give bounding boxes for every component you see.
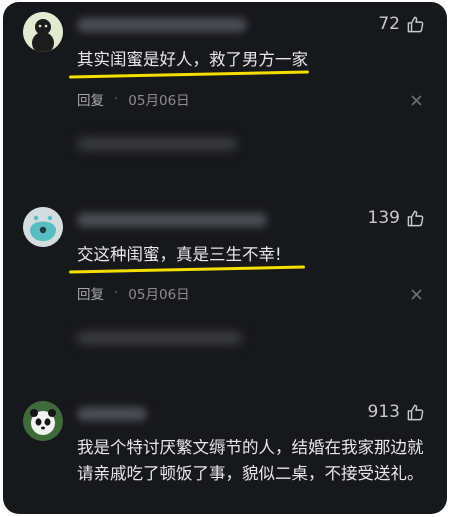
like-count: 913 (367, 402, 400, 422)
comment-text: 其实闺蜜是好人，救了男方一家 (77, 50, 308, 69)
comment-meta: 回复 · 05月06日 (77, 89, 190, 109)
reply-button[interactable]: 回复 (77, 89, 104, 109)
close-icon[interactable] (410, 288, 423, 301)
username-blurred (77, 18, 247, 32)
comment-date: 05月06日 (128, 93, 190, 109)
reply-preview-blurred (77, 332, 242, 344)
comment-meta: 回复 · 05月06日 (77, 283, 190, 303)
comment-text: 交这种闺蜜，真是三生不幸! (77, 245, 282, 264)
avatar[interactable] (23, 207, 63, 247)
username-blurred (77, 213, 267, 227)
like-count: 72 (378, 14, 400, 34)
thumbs-up-icon (406, 15, 425, 34)
close-icon[interactable] (410, 94, 423, 107)
like-button[interactable]: 139 (368, 208, 425, 228)
reply-preview-blurred (77, 138, 237, 150)
like-button[interactable]: 913 (368, 402, 425, 422)
separator-dot: · (114, 285, 119, 301)
username-blurred (77, 407, 147, 421)
avatar[interactable] (23, 401, 63, 441)
reply-button[interactable]: 回复 (77, 283, 104, 303)
thumbs-up-icon (406, 209, 425, 228)
avatar[interactable] (23, 12, 63, 52)
like-button[interactable]: 72 (378, 14, 425, 34)
comment-date: 05月06日 (128, 287, 190, 303)
separator-dot: · (114, 91, 119, 107)
comment-list: 72 其实闺蜜是好人，救了男方一家 回复 · 05月06日 139 交这种闺蜜，… (3, 2, 447, 514)
thumbs-up-icon (406, 403, 425, 422)
comment-text: 我是个特讨厌繁文缛节的人，结婚在我家那边就请亲戚吃了顿饭了事，貌似二桌，不接受送… (77, 438, 424, 483)
like-count: 139 (367, 208, 400, 228)
